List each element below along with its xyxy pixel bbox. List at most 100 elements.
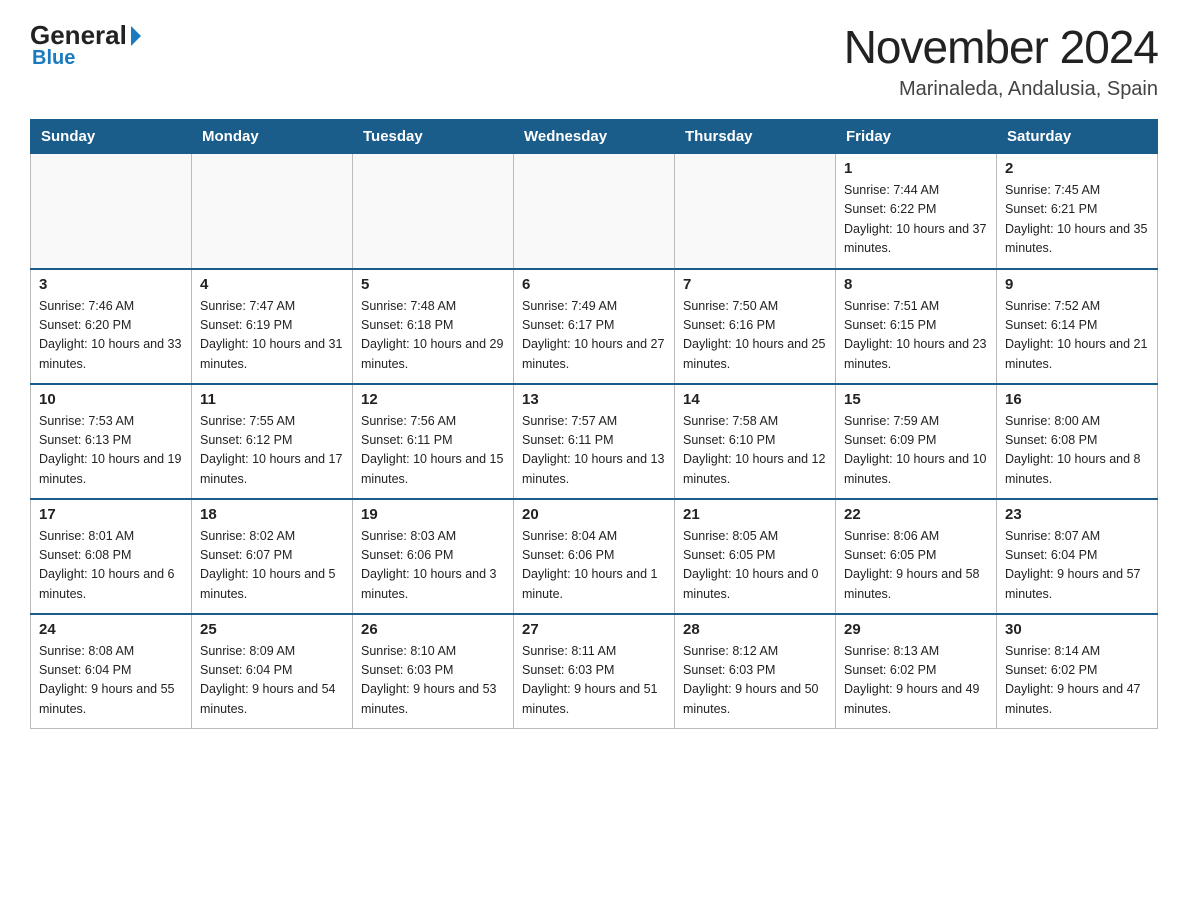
- calendar-cell: 22 Sunrise: 8:06 AMSunset: 6:05 PMDayligh…: [836, 499, 997, 614]
- calendar-cell: [31, 154, 192, 269]
- sun-info: Sunrise: 7:58 AMSunset: 6:10 PMDaylight:…: [683, 412, 827, 490]
- logo-blue-text: Blue: [32, 47, 75, 70]
- day-number: 23: [1005, 506, 1149, 523]
- weekday-header-sunday: Sunday: [31, 120, 192, 154]
- calendar-cell: 18 Sunrise: 8:02 AMSunset: 6:07 PMDayligh…: [192, 499, 353, 614]
- day-number: 5: [361, 276, 505, 293]
- calendar-cell: 19 Sunrise: 8:03 AMSunset: 6:06 PMDayligh…: [353, 499, 514, 614]
- calendar-cell: [353, 154, 514, 269]
- calendar-cell: 2 Sunrise: 7:45 AMSunset: 6:21 PMDaylight…: [997, 154, 1158, 269]
- header: General Blue November 2024 Marinaleda, A…: [30, 20, 1158, 101]
- day-number: 28: [683, 621, 827, 638]
- sun-info: Sunrise: 7:46 AMSunset: 6:20 PMDaylight:…: [39, 297, 183, 375]
- sun-info: Sunrise: 7:59 AMSunset: 6:09 PMDaylight:…: [844, 412, 988, 490]
- calendar-cell: 24 Sunrise: 8:08 AMSunset: 6:04 PMDayligh…: [31, 614, 192, 729]
- calendar-table: SundayMondayTuesdayWednesdayThursdayFrid…: [30, 119, 1158, 729]
- sun-info: Sunrise: 7:52 AMSunset: 6:14 PMDaylight:…: [1005, 297, 1149, 375]
- day-number: 24: [39, 621, 183, 638]
- calendar-cell: 5 Sunrise: 7:48 AMSunset: 6:18 PMDaylight…: [353, 269, 514, 384]
- sun-info: Sunrise: 7:47 AMSunset: 6:19 PMDaylight:…: [200, 297, 344, 375]
- calendar-cell: 1 Sunrise: 7:44 AMSunset: 6:22 PMDaylight…: [836, 154, 997, 269]
- calendar-cell: [192, 154, 353, 269]
- day-number: 7: [683, 276, 827, 293]
- weekday-header-friday: Friday: [836, 120, 997, 154]
- location-title: Marinaleda, Andalusia, Spain: [844, 78, 1158, 101]
- sun-info: Sunrise: 8:00 AMSunset: 6:08 PMDaylight:…: [1005, 412, 1149, 490]
- day-number: 2: [1005, 160, 1149, 177]
- calendar-cell: 12Sunrise: 7:56 AMSunset: 6:11 PMDayligh…: [353, 384, 514, 499]
- day-number: 1: [844, 160, 988, 177]
- calendar-cell: 23 Sunrise: 8:07 AMSunset: 6:04 PMDayligh…: [997, 499, 1158, 614]
- calendar-cell: 28 Sunrise: 8:12 AMSunset: 6:03 PMDayligh…: [675, 614, 836, 729]
- sun-info: Sunrise: 8:03 AMSunset: 6:06 PMDaylight:…: [361, 527, 505, 605]
- day-number: 17: [39, 506, 183, 523]
- day-number: 21: [683, 506, 827, 523]
- calendar-cell: 25 Sunrise: 8:09 AMSunset: 6:04 PMDayligh…: [192, 614, 353, 729]
- calendar-cell: 15Sunrise: 7:59 AMSunset: 6:09 PMDayligh…: [836, 384, 997, 499]
- sun-info: Sunrise: 8:01 AMSunset: 6:08 PMDaylight:…: [39, 527, 183, 605]
- calendar-cell: 13 Sunrise: 7:57 AMSunset: 6:11 PMDayligh…: [514, 384, 675, 499]
- sun-info: Sunrise: 8:05 AMSunset: 6:05 PMDaylight:…: [683, 527, 827, 605]
- day-number: 29: [844, 621, 988, 638]
- sun-info: Sunrise: 7:48 AMSunset: 6:18 PMDaylight:…: [361, 297, 505, 375]
- day-number: 6: [522, 276, 666, 293]
- weekday-header-monday: Monday: [192, 120, 353, 154]
- sun-info: Sunrise: 8:09 AMSunset: 6:04 PMDaylight:…: [200, 642, 344, 720]
- day-number: 8: [844, 276, 988, 293]
- calendar-cell: 10 Sunrise: 7:53 AMSunset: 6:13 PMDayligh…: [31, 384, 192, 499]
- sun-info: Sunrise: 7:55 AMSunset: 6:12 PMDaylight:…: [200, 412, 344, 490]
- weekday-header-tuesday: Tuesday: [353, 120, 514, 154]
- day-number: 4: [200, 276, 344, 293]
- calendar-cell: [514, 154, 675, 269]
- sun-info: Sunrise: 7:53 AMSunset: 6:13 PMDaylight:…: [39, 412, 183, 490]
- sun-info: Sunrise: 8:07 AMSunset: 6:04 PMDaylight:…: [1005, 527, 1149, 605]
- sun-info: Sunrise: 7:45 AMSunset: 6:21 PMDaylight:…: [1005, 181, 1149, 259]
- sun-info: Sunrise: 7:50 AMSunset: 6:16 PMDaylight:…: [683, 297, 827, 375]
- sun-info: Sunrise: 8:06 AMSunset: 6:05 PMDaylight:…: [844, 527, 988, 605]
- weekday-header-row: SundayMondayTuesdayWednesdayThursdayFrid…: [31, 120, 1158, 154]
- sun-info: Sunrise: 7:49 AMSunset: 6:17 PMDaylight:…: [522, 297, 666, 375]
- logo-arrow-icon: [131, 26, 141, 46]
- calendar-cell: 7 Sunrise: 7:50 AMSunset: 6:16 PMDaylight…: [675, 269, 836, 384]
- day-number: 11: [200, 391, 344, 408]
- calendar-week-row: 3 Sunrise: 7:46 AMSunset: 6:20 PMDaylight…: [31, 269, 1158, 384]
- calendar-cell: 30 Sunrise: 8:14 AMSunset: 6:02 PMDayligh…: [997, 614, 1158, 729]
- calendar-week-row: 17 Sunrise: 8:01 AMSunset: 6:08 PMDayligh…: [31, 499, 1158, 614]
- day-number: 27: [522, 621, 666, 638]
- day-number: 3: [39, 276, 183, 293]
- calendar-cell: [675, 154, 836, 269]
- day-number: 22: [844, 506, 988, 523]
- calendar-week-row: 1 Sunrise: 7:44 AMSunset: 6:22 PMDaylight…: [31, 154, 1158, 269]
- day-number: 12: [361, 391, 505, 408]
- calendar-cell: 29Sunrise: 8:13 AMSunset: 6:02 PMDayligh…: [836, 614, 997, 729]
- calendar-week-row: 10 Sunrise: 7:53 AMSunset: 6:13 PMDayligh…: [31, 384, 1158, 499]
- calendar-cell: 4 Sunrise: 7:47 AMSunset: 6:19 PMDaylight…: [192, 269, 353, 384]
- day-number: 26: [361, 621, 505, 638]
- sun-info: Sunrise: 7:44 AMSunset: 6:22 PMDaylight:…: [844, 181, 988, 259]
- day-number: 25: [200, 621, 344, 638]
- sun-info: Sunrise: 8:04 AMSunset: 6:06 PMDaylight:…: [522, 527, 666, 605]
- sun-info: Sunrise: 8:08 AMSunset: 6:04 PMDaylight:…: [39, 642, 183, 720]
- calendar-cell: 3 Sunrise: 7:46 AMSunset: 6:20 PMDaylight…: [31, 269, 192, 384]
- sun-info: Sunrise: 7:57 AMSunset: 6:11 PMDaylight:…: [522, 412, 666, 490]
- sun-info: Sunrise: 8:10 AMSunset: 6:03 PMDaylight:…: [361, 642, 505, 720]
- calendar-cell: 17 Sunrise: 8:01 AMSunset: 6:08 PMDayligh…: [31, 499, 192, 614]
- day-number: 20: [522, 506, 666, 523]
- calendar-cell: 14 Sunrise: 7:58 AMSunset: 6:10 PMDayligh…: [675, 384, 836, 499]
- calendar-cell: 21 Sunrise: 8:05 AMSunset: 6:05 PMDayligh…: [675, 499, 836, 614]
- day-number: 13: [522, 391, 666, 408]
- day-number: 9: [1005, 276, 1149, 293]
- day-number: 30: [1005, 621, 1149, 638]
- sun-info: Sunrise: 8:14 AMSunset: 6:02 PMDaylight:…: [1005, 642, 1149, 720]
- day-number: 10: [39, 391, 183, 408]
- sun-info: Sunrise: 8:11 AMSunset: 6:03 PMDaylight:…: [522, 642, 666, 720]
- weekday-header-wednesday: Wednesday: [514, 120, 675, 154]
- calendar-week-row: 24 Sunrise: 8:08 AMSunset: 6:04 PMDayligh…: [31, 614, 1158, 729]
- title-area: November 2024 Marinaleda, Andalusia, Spa…: [844, 20, 1158, 101]
- logo-area: General Blue: [30, 20, 141, 70]
- day-number: 14: [683, 391, 827, 408]
- sun-info: Sunrise: 8:12 AMSunset: 6:03 PMDaylight:…: [683, 642, 827, 720]
- sun-info: Sunrise: 8:02 AMSunset: 6:07 PMDaylight:…: [200, 527, 344, 605]
- day-number: 19: [361, 506, 505, 523]
- day-number: 18: [200, 506, 344, 523]
